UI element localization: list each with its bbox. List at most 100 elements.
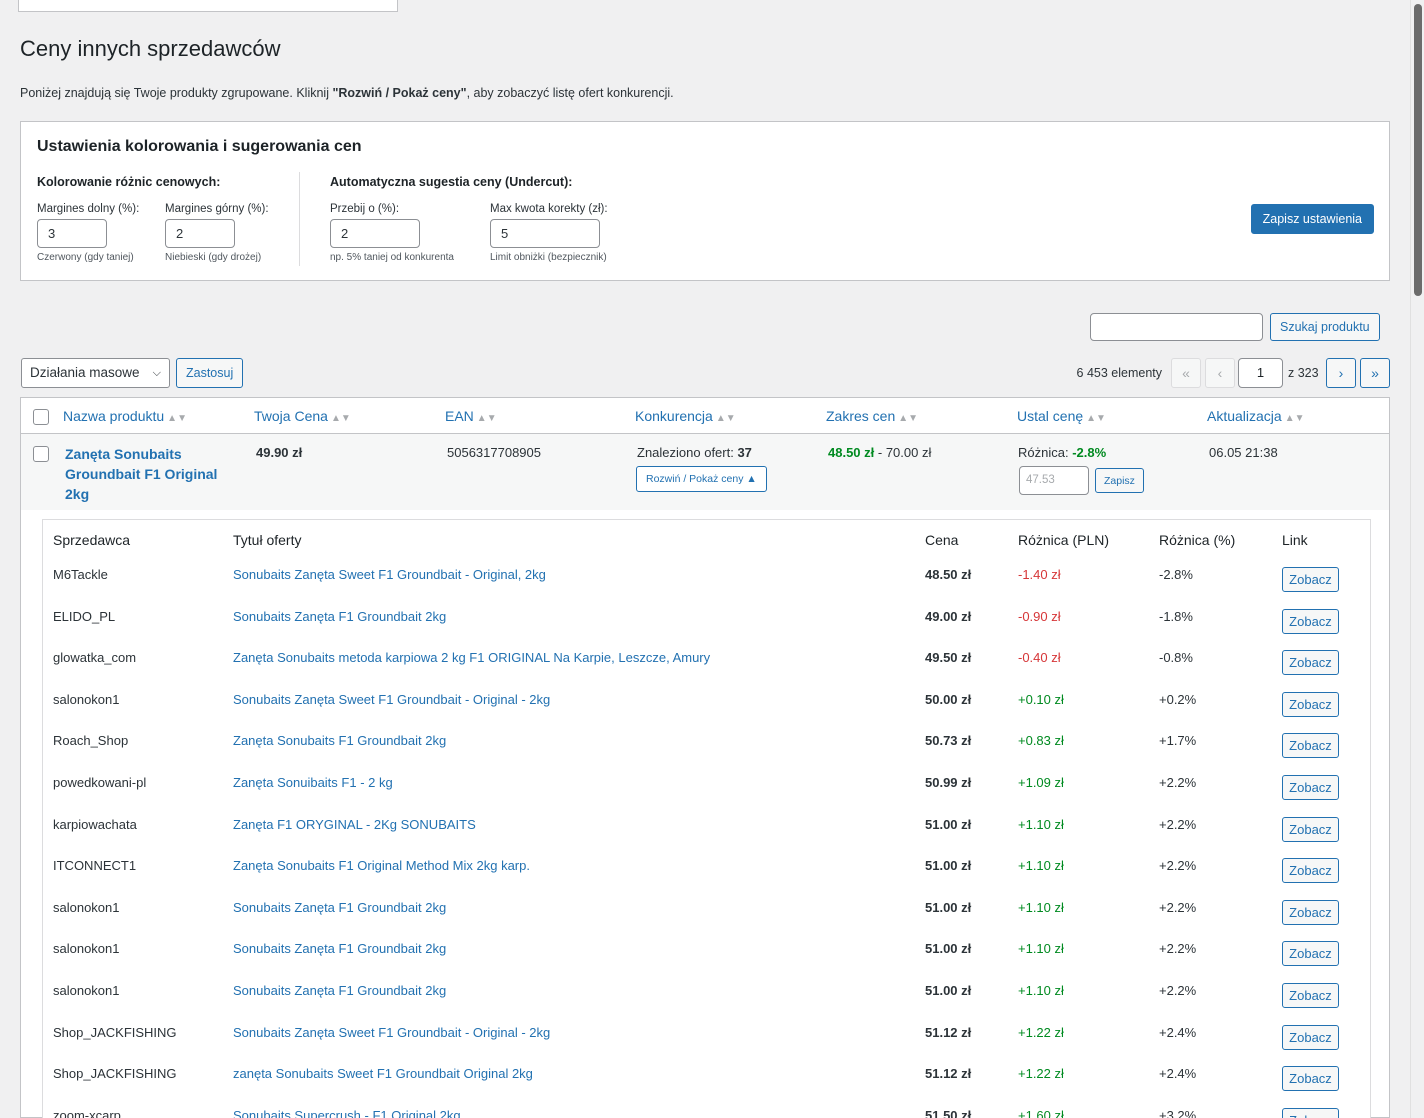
offer-title-link[interactable]: Zanęta Sonuibaits F1 - 2 kg — [233, 775, 393, 790]
select-all-checkbox[interactable] — [33, 409, 49, 425]
view-offer-button[interactable]: Zobacz — [1282, 941, 1339, 967]
view-offer-button[interactable]: Zobacz — [1282, 691, 1339, 717]
offer-seller: glowatka_com — [53, 650, 137, 666]
search-input[interactable] — [1090, 313, 1263, 341]
save-settings-button[interactable]: Zapisz ustawienia — [1250, 204, 1374, 234]
sort-icon: ▲▼ — [330, 413, 351, 424]
offer-price: 50.00 zł — [925, 691, 972, 707]
offer-diff-pln: +1.10 zł — [1018, 816, 1064, 832]
col-price[interactable]: Twoja Cena ▲▼ — [254, 408, 351, 424]
col-name[interactable]: Nazwa produktu ▲▼ — [63, 408, 187, 424]
offer-seller: Shop_JACKFISHING — [53, 1024, 177, 1040]
offer-title-link[interactable]: Sonubaits Zanęta Sweet F1 Groundbait - O… — [233, 692, 550, 707]
col-set-price[interactable]: Ustal cenę ▲▼ — [1017, 408, 1106, 424]
sort-icon: ▲▼ — [476, 413, 497, 424]
offer-row: ITCONNECT1 Zanęta Sonubaits F1 Original M… — [43, 858, 1370, 900]
next-page-button[interactable]: › — [1326, 358, 1356, 388]
suggested-price-input[interactable]: 47.53 — [1019, 466, 1089, 495]
offer-diff-pct: +1.7% — [1159, 733, 1197, 749]
max-correction-input[interactable] — [490, 219, 600, 248]
view-offer-button[interactable]: Zobacz — [1282, 1066, 1339, 1092]
undercut-label: Przebij o (%): — [330, 203, 400, 215]
offer-title-link[interactable]: Sonubaits Zanęta F1 Groundbait 2kg — [233, 941, 446, 956]
offer-title-link[interactable]: Zanęta Sonubaits F1 Groundbait 2kg — [233, 733, 446, 748]
product-row: Zanęta Sonubaits Groundbait F1 Original … — [21, 434, 1389, 510]
offer-row: ELIDO_PL Sonubaits Zanęta F1 Groundbait 2… — [43, 608, 1370, 651]
apply-bulk-button[interactable]: Zastosuj — [176, 358, 244, 388]
offer-title-link[interactable]: zanęta Sonubaits Sweet F1 Groundbait Ori… — [233, 1066, 533, 1081]
last-page-button[interactable]: » — [1360, 358, 1390, 388]
settings-panel: Ustawienia kolorowania i sugerowania cen… — [20, 121, 1390, 281]
offer-title-link[interactable]: Zanęta Sonubaits metoda karpiowa 2 kg F1… — [233, 650, 710, 665]
save-price-button[interactable]: Zapisz — [1095, 468, 1144, 493]
undercut-input[interactable] — [330, 219, 420, 248]
offers-found: Znaleziono ofert: 37 — [637, 445, 752, 460]
view-offer-button[interactable]: Zobacz — [1282, 567, 1339, 592]
coloring-group-title: Kolorowanie różnic cenowych: — [37, 175, 221, 189]
offer-title-link[interactable]: Sonubaits Zanęta Sweet F1 Groundbait - O… — [233, 1025, 550, 1040]
view-offer-button[interactable]: Zobacz — [1282, 858, 1339, 884]
sub-col-price: Cena — [925, 532, 959, 548]
product-updated: 06.05 21:38 — [1209, 445, 1278, 460]
offer-title-link[interactable]: Sonubaits Zanęta F1 Groundbait 2kg — [233, 900, 446, 915]
offer-row: Roach_Shop Zanęta Sonubaits F1 Groundbait… — [43, 733, 1370, 775]
col-updated[interactable]: Aktualizacja ▲▼ — [1207, 408, 1305, 424]
offer-title-link[interactable]: Zanęta F1 ORYGINAL - 2Kg SONUBAITS — [233, 817, 476, 832]
offer-seller: Roach_Shop — [53, 733, 129, 749]
expand-prices-button[interactable]: Rozwiń / Pokaż ceny ▲ — [636, 466, 767, 492]
offer-diff-pct: -2.8% — [1159, 567, 1193, 582]
max-correction-label: Max kwota korekty (zł): — [490, 203, 608, 215]
view-offer-button[interactable]: Zobacz — [1282, 899, 1339, 925]
offer-price: 49.50 zł — [925, 650, 972, 666]
first-page-button[interactable]: « — [1171, 358, 1201, 388]
offer-title-link[interactable]: Sonubaits Zanęta Sweet F1 Groundbait - O… — [233, 567, 546, 582]
search-button[interactable]: Szukaj produktu — [1270, 313, 1380, 341]
offer-title-link[interactable]: Sonubaits Zanęta F1 Groundbait 2kg — [233, 983, 446, 998]
margin-low-label: Margines dolny (%): — [37, 203, 140, 215]
view-offer-button[interactable]: Zobacz — [1282, 650, 1339, 676]
view-offer-button[interactable]: Zobacz — [1282, 816, 1339, 842]
product-checkbox[interactable] — [33, 446, 49, 462]
view-offer-button[interactable]: Zobacz — [1282, 775, 1339, 800]
bulk-actions-select[interactable]: Działania masowe ⌵ — [21, 358, 170, 388]
col-range[interactable]: Zakres cen ▲▼ — [826, 408, 918, 424]
offer-diff-pln: +1.60 zł — [1018, 1107, 1064, 1118]
top-input-stub — [18, 0, 398, 12]
view-offer-button[interactable]: Zobacz — [1282, 1024, 1339, 1050]
view-offer-button[interactable]: Zobacz — [1282, 983, 1339, 1008]
offer-price: 48.50 zł — [925, 567, 972, 582]
col-competition[interactable]: Konkurencja ▲▼ — [635, 408, 736, 424]
offer-seller: salonokon1 — [53, 691, 120, 707]
offer-diff-pct: +0.2% — [1159, 691, 1197, 707]
sort-icon: ▲▼ — [1284, 413, 1305, 424]
offer-title-link[interactable]: Sonubaits Zanęta F1 Groundbait 2kg — [233, 609, 446, 624]
offer-seller: ITCONNECT1 — [53, 858, 137, 874]
offer-price: 51.12 zł — [925, 1066, 972, 1082]
offer-diff-pct: +3.2% — [1159, 1107, 1197, 1118]
col-ean[interactable]: EAN ▲▼ — [445, 408, 497, 424]
current-page-input[interactable]: 1 — [1238, 358, 1283, 388]
margin-low-hint: Czerwony (gdy taniej) — [37, 252, 134, 263]
price-difference: Różnica: -2.8% — [1018, 445, 1107, 460]
offer-title-link[interactable]: Sonubaits Supercrush - F1 Original 2kg — [233, 1108, 461, 1118]
margin-high-input[interactable] — [165, 219, 235, 248]
view-offer-button[interactable]: Zobacz — [1282, 733, 1339, 759]
offer-diff-pct: +2.2% — [1159, 858, 1197, 874]
items-count: 6 453 elementy — [1076, 366, 1162, 380]
product-name-link[interactable]: Zanęta Sonubaits Groundbait F1 Original … — [65, 444, 225, 504]
margin-low-input[interactable] — [37, 219, 107, 248]
view-offer-button[interactable]: Zobacz — [1282, 1107, 1339, 1118]
offer-row: salonokon1 Sonubaits Zanęta Sweet F1 Grou… — [43, 691, 1370, 734]
offer-title-link[interactable]: Zanęta Sonubaits F1 Original Method Mix … — [233, 858, 530, 873]
prev-page-button[interactable]: ‹ — [1205, 358, 1235, 388]
offer-price: 51.00 zł — [925, 816, 972, 832]
view-offer-button[interactable]: Zobacz — [1282, 608, 1339, 634]
page-scrollbar[interactable] — [1410, 0, 1424, 1118]
offer-seller: powedkowani-pl — [53, 775, 147, 790]
offer-diff-pln: +0.10 zł — [1018, 691, 1064, 707]
offer-seller: salonokon1 — [53, 899, 120, 915]
offer-seller: salonokon1 — [53, 941, 120, 957]
scrollbar-thumb[interactable] — [1414, 4, 1422, 296]
sub-col-diff-pct: Różnica (%) — [1159, 532, 1236, 548]
offer-row: M6Tackle Sonubaits Zanęta Sweet F1 Ground… — [43, 567, 1370, 609]
